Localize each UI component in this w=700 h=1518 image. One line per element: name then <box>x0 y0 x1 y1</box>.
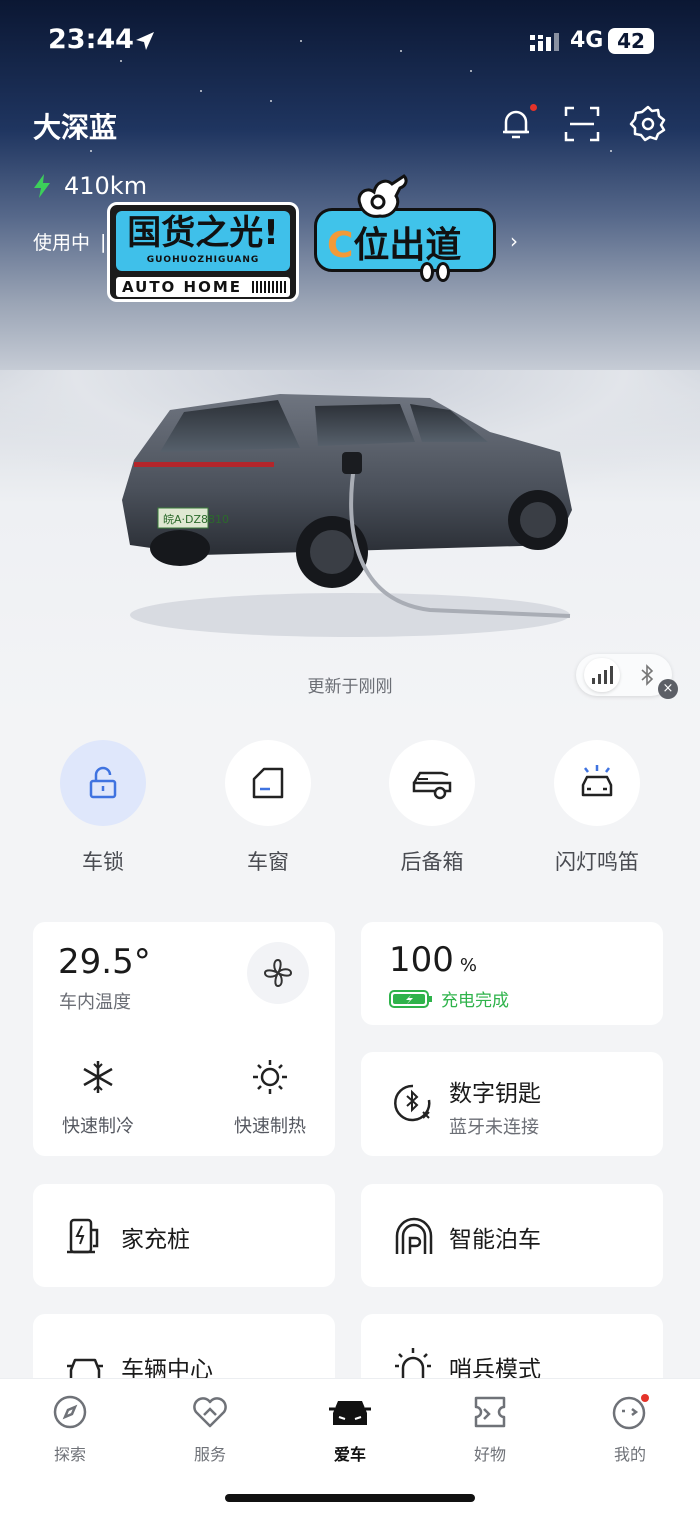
battery-card[interactable]: 100% 充电完成 <box>361 922 663 1025</box>
trunk-icon <box>412 771 452 800</box>
usage-status[interactable]: 使用中 | <box>33 228 106 255</box>
charger-station-icon <box>67 1218 99 1254</box>
cabin-temperature: 29.5° <box>58 942 151 982</box>
smart-parking-card[interactable]: 智能泊车 <box>361 1184 663 1287</box>
status-time: 23:44 <box>48 24 134 55</box>
location-arrow-icon <box>136 32 154 50</box>
ticket-icon <box>474 1396 506 1428</box>
sticker-guohuozhiguang: 国货之光! GUOHUOZHIGUANG AUTO HOME <box>107 202 299 302</box>
settings-button[interactable] <box>628 104 668 144</box>
range-value: 410km <box>64 172 148 200</box>
home-charger-card[interactable]: 家充桩 <box>33 1184 335 1287</box>
tab-my-car[interactable]: 爱车 <box>300 1393 400 1465</box>
fan-button[interactable] <box>247 942 309 1004</box>
home-charger-title: 家充桩 <box>121 1227 190 1253</box>
bluetooth-key-icon <box>394 1084 431 1122</box>
status-bar: 23:44 4G 42 <box>0 0 700 84</box>
battery-percent: 100 <box>389 940 454 980</box>
tab-explore[interactable]: 探索 <box>20 1393 120 1465</box>
vehicle-name: 大深蓝 <box>33 111 118 144</box>
scan-button[interactable] <box>562 104 602 144</box>
license-plate: 皖A·DZ8810 <box>163 512 229 526</box>
network-type: 4G <box>570 28 604 53</box>
cabin-temperature-label: 车内温度 <box>59 992 131 1013</box>
sun-icon <box>253 1060 287 1094</box>
cartoon-eyes <box>420 262 452 286</box>
snowflake-icon <box>83 1061 113 1093</box>
tab-mine[interactable]: 我的 <box>580 1393 680 1465</box>
flash-horn-control[interactable]: 闪灯鸣笛 <box>527 740 667 876</box>
bell-icon <box>503 110 529 139</box>
tab-shop[interactable]: 好物 <box>440 1393 540 1465</box>
range-display: 410km <box>34 172 147 200</box>
close-icon[interactable]: × <box>658 679 678 699</box>
fan-icon <box>263 958 293 988</box>
digital-key-subtitle: 蓝牙未连接 <box>449 1117 539 1138</box>
unlock-icon <box>89 766 117 799</box>
car-lock-control[interactable]: 车锁 <box>33 740 173 876</box>
service-heart-icon <box>193 1397 227 1428</box>
compass-icon <box>53 1395 87 1429</box>
trunk-control[interactable]: 后备箱 <box>362 740 502 876</box>
cellular-signal-icon <box>530 33 559 51</box>
profile-face-icon <box>612 1394 649 1430</box>
car-image[interactable]: 皖A·DZ8810 <box>110 380 590 650</box>
battery-level: 42 <box>608 28 654 54</box>
usage-status-text: 使用中 <box>33 232 91 254</box>
signal-bars-icon[interactable] <box>584 658 620 692</box>
tab-service[interactable]: 服务 <box>160 1393 260 1465</box>
climate-card[interactable]: 29.5° 车内温度 快速制冷 快速制热 <box>33 922 335 1156</box>
battery-charging-icon <box>389 989 432 1008</box>
notification-button[interactable] <box>496 104 537 144</box>
gear-icon <box>629 105 666 142</box>
quick-cool-button[interactable]: 快速制冷 <box>38 1058 158 1138</box>
scan-icon <box>564 106 600 142</box>
quick-heat-button[interactable]: 快速制热 <box>210 1058 330 1138</box>
car-window-control[interactable]: 车窗 <box>198 740 338 876</box>
digital-key-title: 数字钥匙 <box>449 1081 541 1107</box>
car-icon <box>329 1401 371 1425</box>
lightning-icon <box>34 174 50 198</box>
home-indicator <box>225 1494 475 1502</box>
digital-key-card[interactable]: 数字钥匙 蓝牙未连接 <box>361 1052 663 1156</box>
flash-horn-icon <box>581 765 613 797</box>
chevron-right-icon[interactable]: › <box>510 229 518 253</box>
bluetooth-icon[interactable] <box>638 664 658 686</box>
smart-parking-title: 智能泊车 <box>449 1227 541 1253</box>
car-window-icon <box>252 767 284 799</box>
ok-hand-icon <box>357 174 408 218</box>
smart-parking-icon <box>395 1217 433 1254</box>
charge-status: 充电完成 <box>441 991 509 1011</box>
